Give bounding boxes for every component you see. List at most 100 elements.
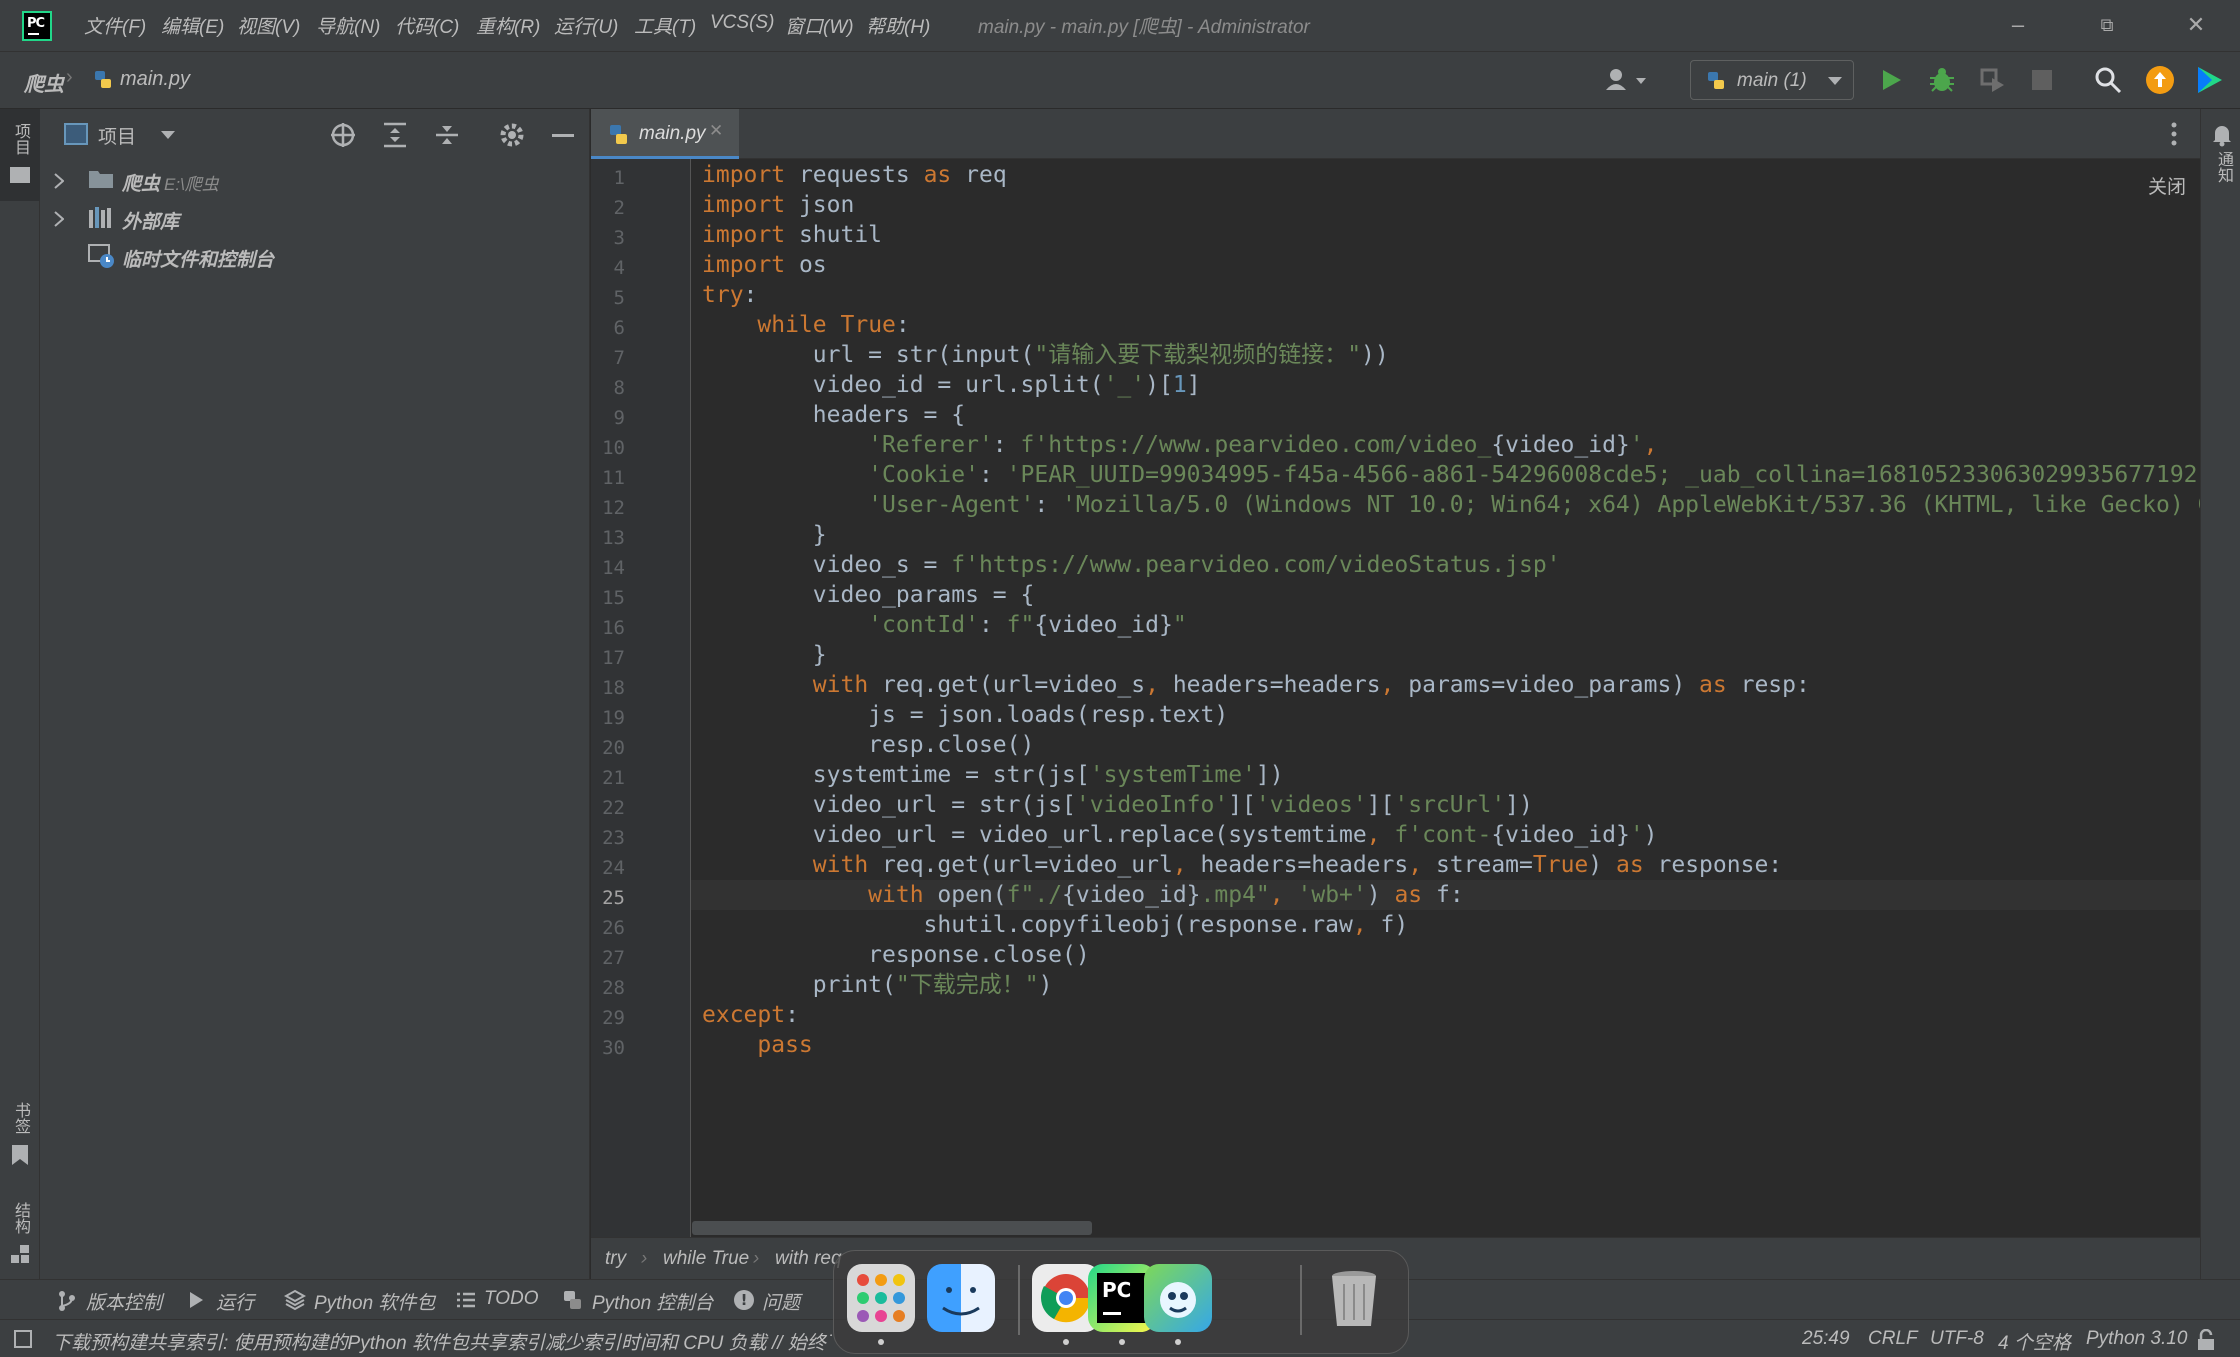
stripe-structure-button[interactable]: 结构 [0, 1194, 40, 1284]
code-line[interactable]: js = json.loads(resp.text) [702, 700, 1228, 730]
caret-position[interactable]: 25:49 [1802, 1328, 1850, 1350]
breadcrumb-file[interactable]: main.py [120, 68, 190, 91]
menu-run[interactable]: 运行(U) [554, 12, 618, 39]
line-number[interactable]: 18 [591, 673, 625, 703]
status-message[interactable]: 下载预构建共享索引: 使用预构建的Python 软件包共享索引减少索引时间和 C… [52, 1328, 832, 1355]
code-line[interactable]: 'User-Agent': 'Mozilla/5.0 (Windows NT 1… [702, 490, 2200, 520]
tree-item-external-libraries[interactable]: 外部库 [40, 199, 590, 237]
tool-version-control[interactable]: 版本控制 [86, 1288, 162, 1315]
code-line[interactable]: resp.close() [702, 730, 1034, 760]
tool-problems[interactable]: 问题 [762, 1288, 800, 1315]
code-line[interactable]: 'contId': f"{video_id}" [702, 610, 1187, 640]
menu-code[interactable]: 代码(C) [395, 12, 459, 39]
code-line[interactable]: video_url = str(js['videoInfo']['videos'… [702, 790, 1533, 820]
line-number[interactable]: 17 [591, 643, 625, 673]
line-number[interactable]: 30 [591, 1033, 625, 1063]
line-number[interactable]: 29 [591, 1003, 625, 1033]
python-interpreter[interactable]: Python 3.10 [2086, 1328, 2187, 1350]
menu-tools[interactable]: 工具(T) [634, 12, 696, 39]
code-line[interactable]: } [702, 640, 827, 670]
tool-run[interactable]: 运行 [216, 1288, 254, 1315]
minimize-icon[interactable]: – [1998, 10, 2038, 40]
line-number[interactable]: 25 [591, 883, 625, 913]
code-line[interactable]: with open(f"./{video_id}.mp4", 'wb+') as… [702, 880, 1464, 910]
notifications-label[interactable]: 通知 [2211, 151, 2235, 183]
more-options-icon[interactable] [2171, 121, 2177, 147]
jetbrains-ai-icon[interactable] [2196, 65, 2224, 100]
line-number[interactable]: 10 [591, 433, 625, 463]
code-line[interactable]: pass [702, 1030, 812, 1060]
expand-all-icon[interactable] [382, 122, 408, 148]
toggle-tool-windows-icon[interactable] [14, 1330, 32, 1348]
code-line[interactable]: import shutil [702, 220, 882, 250]
gear-icon[interactable] [498, 121, 526, 149]
code-line[interactable]: import os [702, 250, 827, 280]
code-line[interactable]: import requests as req [702, 160, 1007, 190]
crumb-with[interactable]: with req [775, 1248, 842, 1270]
line-number[interactable]: 2 [591, 193, 625, 223]
menu-window[interactable]: 窗口(W) [785, 12, 854, 39]
menu-help[interactable]: 帮助(H) [866, 12, 930, 39]
pycharm-logo-icon[interactable]: PC [22, 11, 52, 41]
breadcrumb-project[interactable]: 爬虫 [24, 68, 64, 97]
code-line[interactable]: url = str(input("请输入要下载梨视频的链接：")) [702, 340, 1389, 370]
line-number[interactable]: 9 [591, 403, 625, 433]
menu-refactor[interactable]: 重构(R) [476, 12, 540, 39]
tool-todo[interactable]: TODO [484, 1288, 539, 1310]
code-line[interactable]: } [702, 520, 827, 550]
tree-item-project-root[interactable]: 爬虫 E:\爬虫 [40, 161, 590, 199]
indent-setting[interactable]: 4 个空格 [1998, 1328, 2071, 1355]
stripe-bookmarks-button[interactable]: 书签 [0, 1094, 40, 1184]
horizontal-scrollbar[interactable] [692, 1221, 1092, 1235]
locate-icon[interactable] [330, 122, 356, 148]
line-number[interactable]: 5 [591, 283, 625, 313]
code-line[interactable]: while True: [702, 310, 909, 340]
line-number[interactable]: 3 [591, 223, 625, 253]
line-number[interactable]: 8 [591, 373, 625, 403]
restore-icon[interactable]: ⧉ [2087, 10, 2127, 40]
line-number[interactable]: 19 [591, 703, 625, 733]
line-number[interactable]: 4 [591, 253, 625, 283]
chevron-right-icon[interactable] [54, 211, 64, 227]
line-separator[interactable]: CRLF [1868, 1328, 1918, 1350]
line-number[interactable]: 22 [591, 793, 625, 823]
chevron-right-icon[interactable] [54, 173, 64, 189]
line-number[interactable]: 23 [591, 823, 625, 853]
file-encoding[interactable]: UTF-8 [1930, 1328, 1984, 1350]
stop-icon[interactable] [2032, 70, 2052, 90]
menu-vcs[interactable]: VCS(S) [710, 12, 774, 34]
code-line[interactable]: video_id = url.split('_')[1] [702, 370, 1201, 400]
line-number[interactable]: 12 [591, 493, 625, 523]
line-number[interactable]: 14 [591, 553, 625, 583]
code-line[interactable]: video_url = video_url.replace(systemtime… [702, 820, 1658, 850]
update-icon[interactable] [2146, 66, 2174, 94]
app-icon[interactable] [1144, 1264, 1212, 1332]
code-line[interactable]: print("下载完成！") [702, 970, 1053, 1000]
user-dropdown-icon[interactable] [1604, 66, 1654, 94]
launchpad-icon[interactable] [847, 1264, 915, 1332]
line-number[interactable]: 7 [591, 343, 625, 373]
tool-python-console[interactable]: Python 控制台 [592, 1288, 713, 1315]
code-line[interactable]: 'Cookie': 'PEAR_UUID=99034995-f45a-4566-… [702, 460, 2197, 490]
debug-icon[interactable] [1928, 66, 1956, 99]
crumb-try[interactable]: try [605, 1248, 626, 1270]
crumb-while[interactable]: while True [663, 1248, 749, 1270]
close-window-icon[interactable]: ✕ [2176, 10, 2216, 40]
tool-python-packages[interactable]: Python 软件包 [314, 1288, 435, 1315]
bell-icon[interactable] [2211, 123, 2233, 147]
tab-main-py[interactable]: main.py ✕ [591, 109, 739, 159]
chevron-down-icon[interactable] [160, 130, 176, 140]
menu-navigate[interactable]: 导航(N) [316, 12, 380, 39]
line-number[interactable]: 6 [591, 313, 625, 343]
menu-edit[interactable]: 编辑(E) [161, 12, 224, 39]
line-number[interactable]: 21 [591, 763, 625, 793]
line-number[interactable]: 20 [591, 733, 625, 763]
code-line[interactable]: video_s = f'https://www.pearvideo.com/vi… [702, 550, 1561, 580]
code-line[interactable]: headers = { [702, 400, 965, 430]
stripe-project-button[interactable]: 项目 [0, 109, 40, 201]
hide-panel-icon[interactable] [552, 134, 574, 137]
lock-icon[interactable] [2196, 1329, 2216, 1351]
menu-view[interactable]: 视图(V) [237, 12, 300, 39]
line-number[interactable]: 28 [591, 973, 625, 1003]
line-number[interactable]: 16 [591, 613, 625, 643]
